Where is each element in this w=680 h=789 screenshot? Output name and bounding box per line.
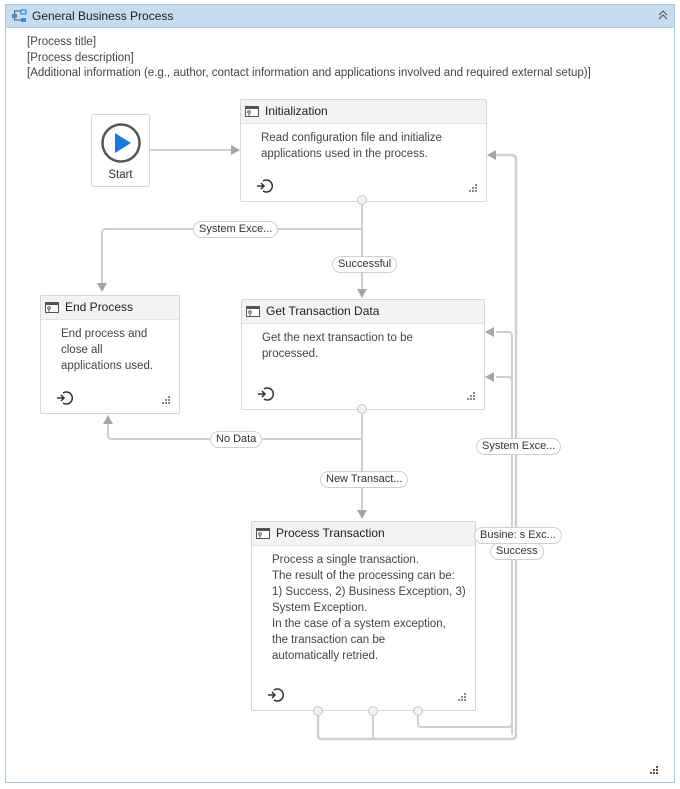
description-line: Read configuration file and initialize <box>261 132 442 144</box>
state-title: End Process <box>65 300 134 314</box>
description-line: applications used. <box>61 360 154 372</box>
arrow-init-right <box>487 150 496 160</box>
transition-init-successful[interactable]: Successful <box>332 256 398 273</box>
state-description: Process a single transaction. The result… <box>272 552 466 664</box>
description-line: applications used in the process. <box>261 148 428 160</box>
play-icon <box>101 123 141 163</box>
state-title: Get Transaction Data <box>266 304 380 318</box>
entry-icon[interactable] <box>266 686 284 704</box>
connector-node[interactable] <box>413 706 423 716</box>
state-header: Initialization <box>241 100 486 124</box>
start-label: Start <box>108 169 133 181</box>
state-icon <box>246 306 260 317</box>
designer-resize-grip-icon[interactable] <box>649 765 659 775</box>
state-process-transaction[interactable]: Process Transaction Process a single tra… <box>251 521 476 711</box>
arrow-get-right-2 <box>485 372 494 382</box>
resize-grip-icon[interactable] <box>457 692 467 702</box>
resize-grip-icon[interactable] <box>468 183 478 193</box>
transition-get-new-transaction[interactable]: New Transact... <box>320 471 409 488</box>
connector-node[interactable] <box>313 706 323 716</box>
transition-init-system-exception[interactable]: System Exce... <box>193 221 279 238</box>
description-line: close all <box>61 344 103 356</box>
description-line: automatically retried. <box>272 650 379 662</box>
description-line: System Exception. <box>272 602 368 614</box>
transition-process-success[interactable]: Success <box>490 543 544 560</box>
description-line: Get the next transaction to be <box>262 332 413 344</box>
state-description: Read configuration file and initialize a… <box>261 130 442 162</box>
state-icon <box>45 302 59 313</box>
state-description: End process and close all applications u… <box>61 326 153 374</box>
state-title: Initialization <box>265 104 328 118</box>
description-line: End process and <box>61 328 148 340</box>
connector-node[interactable] <box>368 706 378 716</box>
entry-icon[interactable] <box>256 385 274 403</box>
arrow-get-top <box>357 289 367 298</box>
arrow-end-bottom <box>103 415 113 424</box>
state-header: Process Transaction <box>252 522 475 546</box>
arrow-end-top <box>97 283 107 292</box>
state-icon <box>245 106 259 117</box>
arrow-get-right-1 <box>485 327 494 337</box>
description-line: Process a single transaction. <box>272 554 420 566</box>
start-node[interactable]: Start <box>91 114 150 187</box>
state-header: Get Transaction Data <box>242 300 484 324</box>
state-header: End Process <box>41 296 179 320</box>
entry-icon[interactable] <box>255 177 273 195</box>
resize-grip-icon[interactable] <box>161 395 171 405</box>
resize-grip-icon[interactable] <box>466 391 476 401</box>
state-get-transaction-data[interactable]: Get Transaction Data Get the next transa… <box>241 299 485 410</box>
description-line: the transaction can be <box>272 634 386 646</box>
link-init-end <box>101 205 363 285</box>
description-line: In the case of a system exception, <box>272 618 446 630</box>
entry-icon[interactable] <box>55 389 73 407</box>
description-line: 1) Success, 2) Business Exception, 3) <box>272 586 466 598</box>
transition-process-business-exception[interactable]: Busine: s Exc... <box>474 527 562 544</box>
state-title: Process Transaction <box>276 526 385 540</box>
arrow-init-left <box>231 145 240 155</box>
state-initialization[interactable]: Initialization Read configuration file a… <box>240 99 487 202</box>
transition-get-no-data[interactable]: No Data <box>210 431 263 448</box>
arrow-process-top <box>357 510 367 519</box>
state-end-process[interactable]: End Process End process and close all ap… <box>40 295 180 414</box>
connector-node[interactable] <box>357 404 367 414</box>
description-line: processed. <box>262 348 319 360</box>
connector-node[interactable] <box>357 195 367 205</box>
state-description: Get the next transaction to be processed… <box>262 330 413 362</box>
transition-process-system-exception[interactable]: System Exce... <box>476 438 562 455</box>
state-icon <box>256 528 270 539</box>
description-line: The result of the processing can be: <box>272 570 455 582</box>
